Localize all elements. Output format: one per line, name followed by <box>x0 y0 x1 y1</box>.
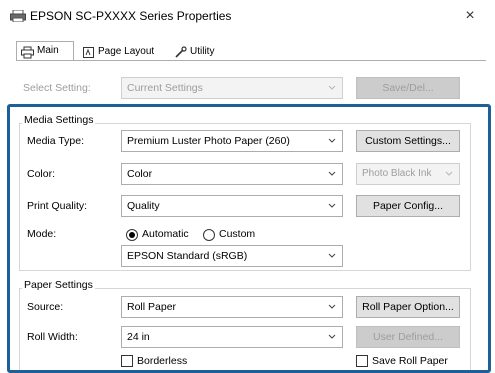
tab-divider <box>16 60 486 61</box>
chevron-down-icon <box>328 85 336 90</box>
tab-main-label: Main <box>37 45 59 56</box>
tab-page-layout-label: Page Layout <box>98 46 155 57</box>
tab-utility-label: Utility <box>190 46 215 57</box>
tab-main[interactable]: Main <box>16 41 74 61</box>
highlight-frame <box>7 104 491 373</box>
tab-page-layout[interactable]: Page Layout <box>80 43 164 61</box>
select-setting-value: Current Settings <box>127 82 203 94</box>
save-del-button[interactable]: Save/Del... <box>356 77 460 99</box>
select-setting-dropdown[interactable]: Current Settings <box>121 77 343 99</box>
tab-utility[interactable]: Utility <box>172 43 234 61</box>
title-bar: EPSON SC-PXXXX Series Properties × <box>0 0 495 32</box>
printer-icon <box>21 46 34 59</box>
select-setting-label: Select Setting: <box>23 82 91 94</box>
close-button[interactable]: × <box>455 4 485 28</box>
window-title: EPSON SC-PXXXX Series Properties <box>30 9 232 23</box>
printer-icon <box>10 10 26 22</box>
wrench-icon <box>175 46 187 58</box>
page-icon <box>83 47 94 58</box>
close-icon: × <box>465 7 475 24</box>
